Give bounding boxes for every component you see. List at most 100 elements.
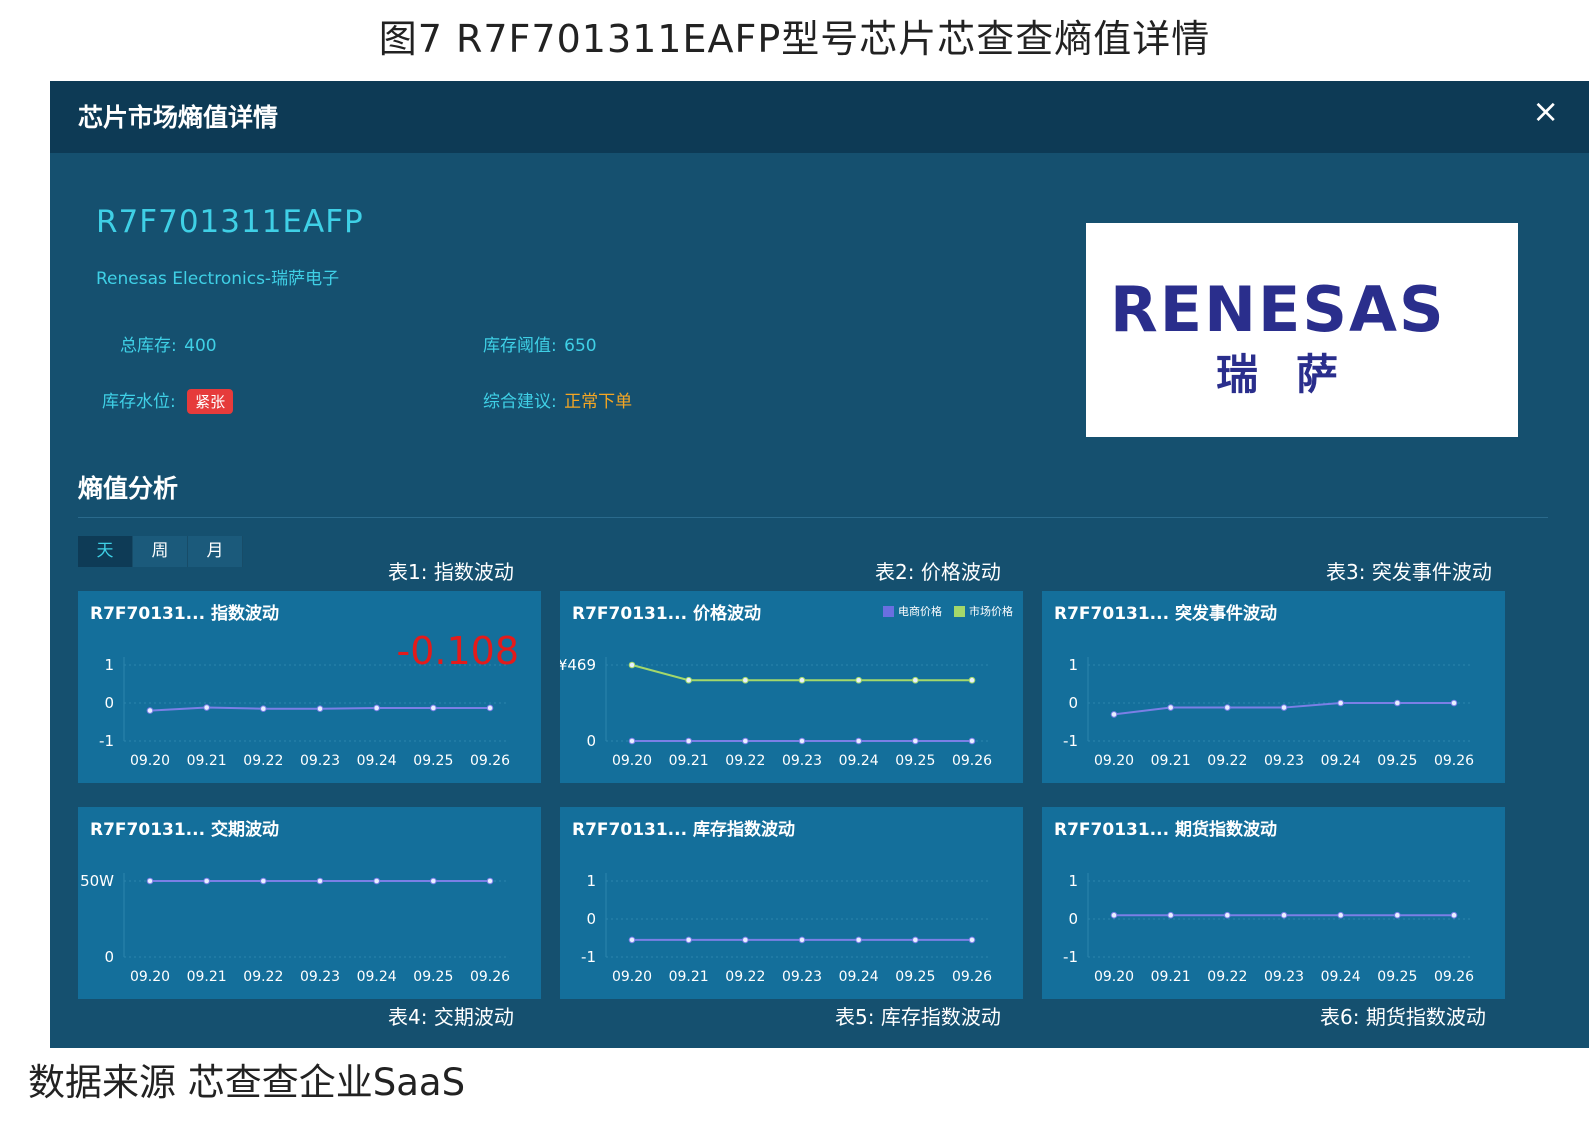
chart-title: R7F70131... 库存指数波动 (572, 820, 795, 840)
tab-month[interactable]: 月 (188, 536, 243, 567)
caption-3: 表3: 突发事件波动 (1326, 560, 1492, 584)
data-point (373, 877, 380, 885)
data-point (430, 877, 437, 885)
data-point (203, 704, 210, 711)
legend-label-ecommerce: 电商价格 (898, 605, 942, 618)
x-tick-label: 09.26 (952, 969, 992, 985)
data-point (685, 737, 692, 745)
data-point (798, 936, 806, 944)
x-tick-label: 09.25 (895, 969, 935, 985)
data-point (855, 936, 862, 944)
modal-title: 芯片市场熵值详情 (78, 103, 279, 132)
x-tick-label: 09.22 (725, 969, 765, 985)
divider (78, 517, 1548, 518)
data-point (742, 676, 749, 684)
x-tick-label: 09.20 (130, 969, 170, 985)
x-tick-label: 09.25 (1377, 753, 1417, 769)
data-point (798, 737, 806, 745)
data-point (373, 704, 380, 712)
chart-panel-futures: 1 0 -1 09.20 09.21 09.22 09.23 09.24 09.25 09.26 … (1042, 807, 1505, 999)
logo-wordmark: RENESAS (1110, 273, 1446, 346)
x-tick-label: 09.20 (612, 969, 652, 985)
x-tick-label: 09.21 (669, 969, 709, 985)
x-tick-label: 09.22 (243, 753, 283, 769)
logo-cn-text: 瑞萨 (1216, 350, 1377, 399)
advice-label: 综合建议: (483, 392, 557, 412)
data-point (1280, 911, 1288, 919)
chart-title: R7F70131... 指数波动 (90, 604, 279, 624)
data-point (968, 737, 976, 745)
chart-panel-event: 1 0 -1 09.20 09.21 09.22 09.23 09.24 09.25 09.26 … (1042, 591, 1505, 783)
stock-threshold: 库存阈值: 650 (483, 331, 597, 356)
total-stock-label: 总库存: (120, 336, 177, 356)
chart-panel-price: ¥469 0 09.20 09.21 09.22 09.23 09.24 09.25 09.26… (560, 591, 1023, 783)
section-title: 熵值分析 (78, 474, 179, 503)
legend-swatch-ecommerce (883, 605, 894, 617)
data-point (260, 705, 267, 712)
y-tick-label: 1 (104, 656, 114, 674)
data-point (430, 704, 437, 712)
x-tick-label: 09.22 (725, 753, 765, 769)
x-tick-label: 09.21 (1151, 969, 1191, 985)
data-point (1167, 911, 1174, 919)
status-badge: 紧张 (187, 389, 234, 414)
x-tick-label: 09.22 (1207, 969, 1247, 985)
tab-week[interactable]: 周 (133, 536, 188, 567)
data-point (146, 877, 154, 885)
x-tick-label: 09.22 (1207, 753, 1247, 769)
data-point (486, 704, 494, 712)
x-tick-label: 09.24 (839, 969, 879, 985)
chart-title: R7F70131... 期货指数波动 (1054, 820, 1277, 840)
index-value: -0.108 (396, 629, 520, 673)
modal-header: 芯片市场熵值详情 × (50, 81, 1589, 153)
x-tick-label: 09.26 (470, 753, 510, 769)
data-point (628, 936, 636, 944)
x-tick-label: 09.21 (187, 969, 227, 985)
x-tick-label: 09.20 (612, 753, 652, 769)
x-tick-label: 09.23 (782, 969, 822, 985)
data-point (1224, 704, 1231, 711)
caption-1: 表1: 指数波动 (388, 560, 514, 584)
data-point (685, 936, 692, 944)
data-point (1394, 911, 1401, 919)
x-tick-label: 09.20 (1094, 969, 1134, 985)
data-point (912, 936, 919, 944)
x-tick-label: 09.24 (839, 753, 879, 769)
y-tick-label: 50W (80, 872, 114, 890)
data-point (1394, 699, 1401, 707)
data-point (855, 737, 862, 745)
x-tick-label: 09.21 (669, 753, 709, 769)
data-point (1167, 704, 1174, 711)
data-point (685, 676, 692, 684)
data-point (912, 737, 919, 745)
x-tick-label: 09.23 (300, 753, 340, 769)
data-point (628, 737, 636, 745)
data-point (1280, 704, 1288, 711)
x-tick-label: 09.23 (1264, 753, 1304, 769)
chart-legend: 电商价格 市场价格 (883, 603, 1013, 619)
close-icon[interactable]: × (1532, 95, 1559, 127)
x-tick-label: 09.24 (357, 753, 397, 769)
tab-day[interactable]: 天 (78, 536, 133, 567)
chart-panel-index: 1 0 -1 09.20 09.21 09.22 09.23 09.24 09.25 09.26 … (78, 591, 541, 783)
x-tick-label: 09.26 (1434, 753, 1474, 769)
caption-5: 表5: 库存指数波动 (835, 1005, 1001, 1029)
data-point (855, 676, 862, 684)
y-tick-label: 0 (1068, 694, 1078, 712)
x-tick-label: 09.22 (243, 969, 283, 985)
chart-title: R7F70131... 交期波动 (90, 820, 279, 840)
x-tick-label: 09.20 (1094, 753, 1134, 769)
x-tick-label: 09.23 (300, 969, 340, 985)
legend-label-market: 市场价格 (969, 605, 1013, 618)
data-point (1337, 699, 1344, 707)
legend-swatch-market (954, 605, 965, 617)
stock-threshold-value: 650 (564, 336, 597, 356)
data-point (260, 877, 267, 885)
x-tick-label: 09.25 (413, 969, 453, 985)
chip-entropy-modal: 芯片市场熵值详情 × R7F701311EAFP Renesas Electro… (50, 81, 1589, 1048)
data-point (1450, 911, 1458, 919)
period-tabs: 天 周 月 (78, 536, 243, 567)
x-tick-label: 09.21 (187, 753, 227, 769)
y-tick-label: 1 (1068, 872, 1078, 890)
data-point (1450, 699, 1458, 707)
